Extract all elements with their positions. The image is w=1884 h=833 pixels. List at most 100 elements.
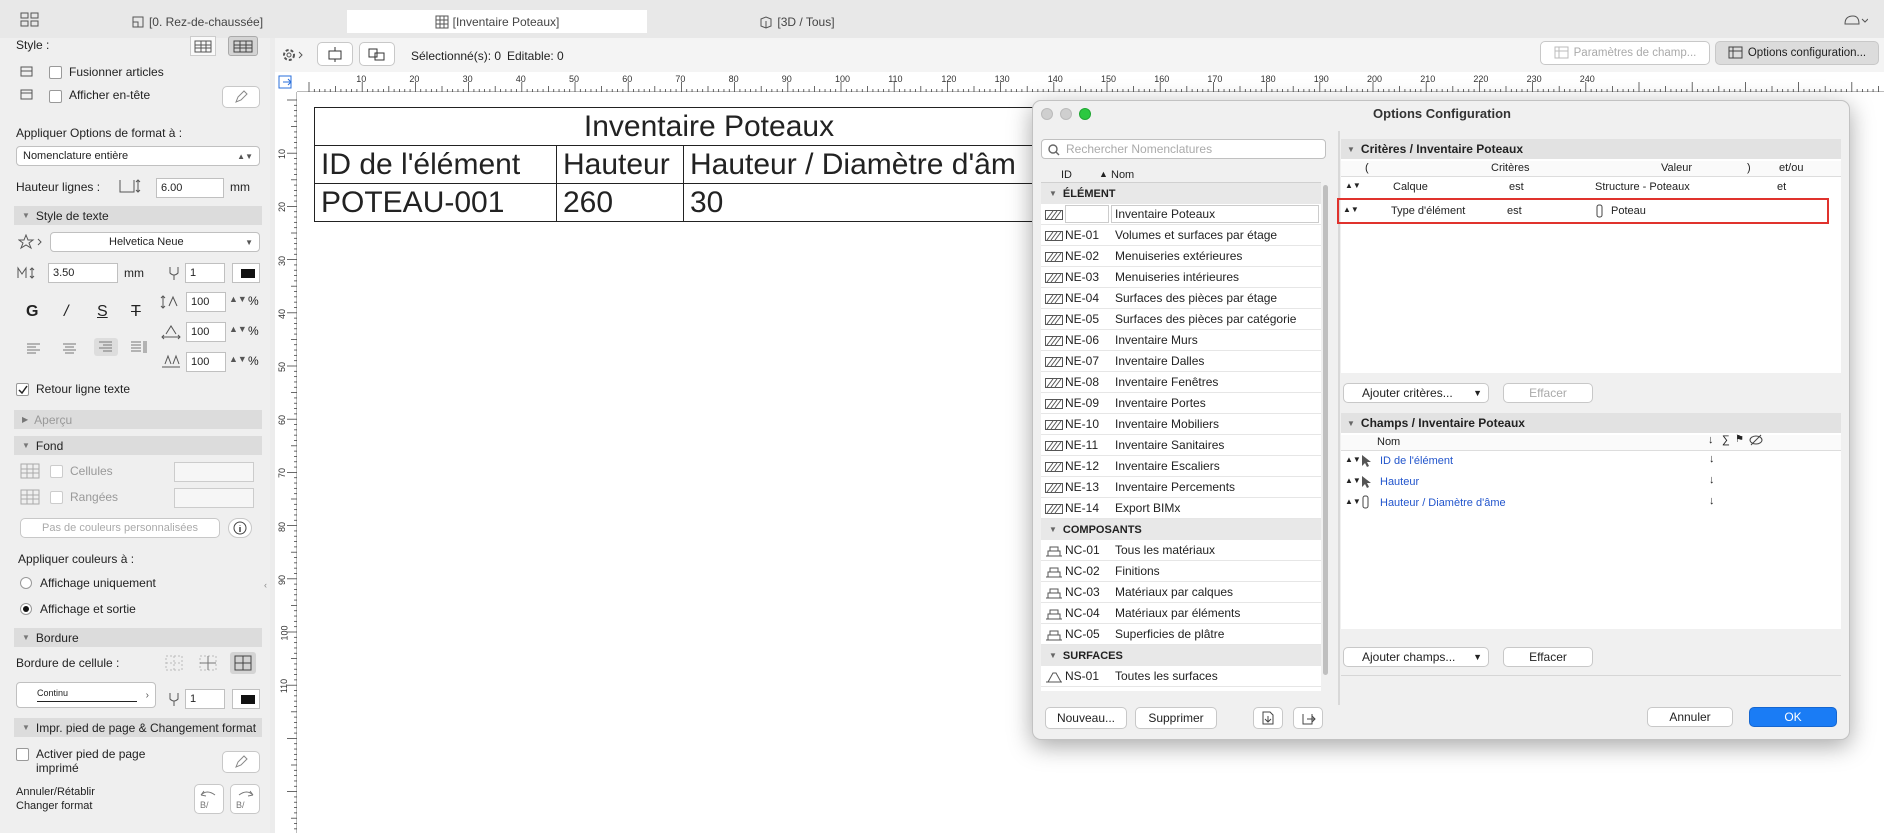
list-scrollbar[interactable] <box>1322 183 1329 691</box>
spin-icon[interactable]: ▲▼ <box>229 354 247 364</box>
tab-3d[interactable]: [3D / Tous] <box>648 10 946 33</box>
list-item[interactable]: NE-06 Inventaire Murs <box>1041 330 1321 351</box>
info-button[interactable] <box>228 518 252 538</box>
list-item[interactable]: NE-02 Menuiseries extérieures <box>1041 246 1321 267</box>
list-item[interactable]: NE-05 Surfaces des pièces par catégorie <box>1041 309 1321 330</box>
fields-header[interactable]: ▼ Champs / Inventaire Poteaux <box>1341 413 1841 433</box>
list-item[interactable]: NC-05 Superficies de plâtre <box>1041 624 1321 645</box>
undo-format-button[interactable]: B/ <box>194 784 224 814</box>
data-cell[interactable]: 260 <box>556 183 684 222</box>
apply-options-select[interactable]: Nomenclature entière ▲▼ <box>16 146 260 166</box>
drag-handle-icon[interactable]: ▲▼ <box>1343 205 1359 214</box>
align-left-icon[interactable] <box>26 342 42 354</box>
field-row[interactable]: ▲▼ ID de l'élément ↓ <box>1341 451 1841 472</box>
delete-schedule-button[interactable]: Supprimer <box>1135 707 1217 729</box>
criteria-row-highlighted[interactable]: ▲▼ Type d'élément est Poteau <box>1337 198 1829 224</box>
clear-criteria-button[interactable]: Effacer <box>1503 383 1593 403</box>
export-button[interactable] <box>1293 707 1323 729</box>
font-size-input[interactable]: 3.50 <box>48 263 118 283</box>
list-item[interactable]: NC-01 Tous les matériaux <box>1041 540 1321 561</box>
align-right-icon[interactable] <box>94 338 118 356</box>
criteria-header[interactable]: ▼ Critères / Inventaire Poteaux <box>1341 139 1841 159</box>
display-only-radio[interactable] <box>20 577 32 589</box>
sidebar-collapse-handle[interactable]: ‹ <box>264 580 272 594</box>
data-cell[interactable]: POTEAU-001 <box>314 183 557 222</box>
border-none-icon[interactable] <box>164 654 184 672</box>
border-pen-input[interactable]: 1 <box>185 689 225 709</box>
header-checkbox[interactable] <box>49 90 62 103</box>
col-name-header[interactable]: Nom <box>1111 169 1134 181</box>
list-item[interactable]: NE-14 Export BIMx <box>1041 498 1321 519</box>
list-item[interactable]: NE-13 Inventaire Percements <box>1041 477 1321 498</box>
char-spacing-input[interactable]: 100 <box>186 352 226 372</box>
field-params-button[interactable]: Paramètres de champ... <box>1540 41 1710 65</box>
list-item[interactable]: NE-10 Inventaire Mobiliers <box>1041 414 1321 435</box>
style-grid-icon[interactable] <box>228 36 258 56</box>
fit-view-button[interactable] <box>317 42 353 66</box>
drag-handle-icon[interactable]: ▲▼ <box>1345 455 1361 464</box>
field-row[interactable]: ▲▼ Hauteur ↓ <box>1341 472 1841 493</box>
drag-handle-icon[interactable]: ▲▼ <box>1345 181 1361 190</box>
sort-arrow-icon[interactable]: ↓ <box>1709 474 1715 486</box>
border-section[interactable]: ▼ Bordure <box>14 628 262 647</box>
sort-arrow-icon[interactable]: ↓ <box>1709 495 1715 507</box>
list-item[interactable]: Inventaire Poteaux <box>1041 204 1321 225</box>
edit-header-button[interactable] <box>222 86 260 108</box>
spin-icon[interactable]: ▲▼ <box>229 294 247 304</box>
user-menu-icon[interactable] <box>1842 12 1869 28</box>
config-options-button[interactable]: Options configuration... <box>1715 41 1879 65</box>
border-all-icon[interactable] <box>230 652 256 674</box>
list-item[interactable]: NE-03 Menuiseries intérieures <box>1041 267 1321 288</box>
char-width-input[interactable]: 100 <box>186 322 226 342</box>
align-center-icon[interactable] <box>62 342 78 354</box>
cells-checkbox[interactable] <box>50 465 63 478</box>
row-height-input[interactable]: 6.00 <box>156 178 224 198</box>
list-item[interactable]: NE-01 Volumes et surfaces par étage <box>1041 225 1321 246</box>
criteria-row[interactable]: ▲▼ Calque est Structure - Poteaux et <box>1341 177 1841 198</box>
merge-checkbox[interactable] <box>49 66 62 79</box>
line-spacing-input[interactable]: 100 <box>186 292 226 312</box>
field-row[interactable]: ▲▼ Hauteur / Diamètre d'âme ↓ <box>1341 493 1841 514</box>
edit-footer-button[interactable] <box>222 751 260 773</box>
group-header[interactable]: ▼ COMPOSANTS <box>1041 519 1321 540</box>
group-header[interactable]: ▼ SURFACES <box>1041 645 1321 666</box>
underline-button[interactable]: S <box>97 303 108 321</box>
rows-color-swatch[interactable] <box>174 488 254 508</box>
list-item[interactable]: NE-08 Inventaire Fenêtres <box>1041 372 1321 393</box>
footer-checkbox[interactable] <box>16 748 29 761</box>
wrap-checkbox[interactable] <box>16 383 29 396</box>
spin-icon[interactable]: ▲▼ <box>229 324 247 334</box>
border-type-select[interactable]: Continu › <box>16 682 156 708</box>
header-cell[interactable]: Hauteur <box>556 145 684 184</box>
add-fields-button[interactable]: Ajouter champs... ▼ <box>1343 647 1489 667</box>
list-item[interactable]: NC-04 Matériaux par éléments <box>1041 603 1321 624</box>
list-item[interactable]: NE-07 Inventaire Dalles <box>1041 351 1321 372</box>
search-input[interactable]: Rechercher Nomenclatures <box>1041 139 1326 159</box>
group-header[interactable]: ▼ ÉLÉMENT <box>1041 183 1321 204</box>
list-item[interactable]: NE-09 Inventaire Portes <box>1041 393 1321 414</box>
bold-button[interactable]: G <box>26 303 38 321</box>
tab-schedule[interactable]: [Inventaire Poteaux] <box>347 10 647 33</box>
ok-button[interactable]: OK <box>1749 707 1837 727</box>
favorite-star-icon[interactable] <box>17 233 48 250</box>
sort-arrow-icon[interactable]: ↓ <box>1709 453 1715 465</box>
tab-floor-plan[interactable]: [0. Rez-de-chaussée] <box>48 10 346 33</box>
align-justify-icon[interactable] <box>130 340 148 354</box>
strikethrough-button[interactable]: T <box>131 303 141 321</box>
border-inner-icon[interactable] <box>198 654 218 672</box>
ruler-corner-icon[interactable] <box>277 74 295 90</box>
text-color-swatch[interactable] <box>232 263 260 283</box>
new-schedule-button[interactable]: Nouveau... <box>1045 707 1127 729</box>
import-button[interactable] <box>1253 707 1283 729</box>
border-color-swatch[interactable] <box>232 689 260 709</box>
settings-gear-icon[interactable] <box>279 44 307 66</box>
cells-color-swatch[interactable] <box>174 462 254 482</box>
clear-fields-button[interactable]: Effacer <box>1503 647 1593 667</box>
text-style-section[interactable]: ▼ Style de texte <box>14 206 262 225</box>
cancel-button[interactable]: Annuler <box>1647 707 1733 727</box>
italic-button[interactable]: / <box>64 303 68 321</box>
list-item[interactable]: NC-03 Matériaux par calques <box>1041 582 1321 603</box>
rows-checkbox[interactable] <box>50 491 63 504</box>
view-grid-icon[interactable] <box>20 12 40 28</box>
redo-format-button[interactable]: B/ <box>230 784 260 814</box>
